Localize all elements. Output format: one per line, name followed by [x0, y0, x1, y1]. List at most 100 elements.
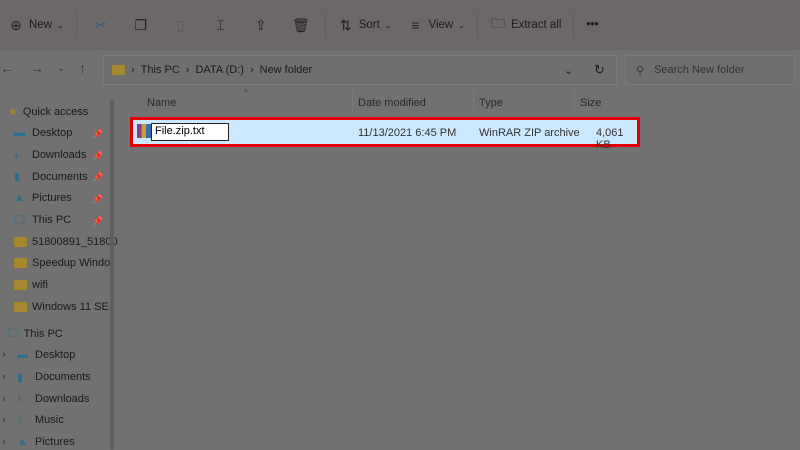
cut-button[interactable]: ✂	[81, 10, 121, 40]
breadcrumb-new-folder[interactable]: New folder	[260, 64, 313, 76]
sidebar-item-label: Pictures	[35, 435, 75, 448]
chevron-down-icon: ⌄	[384, 20, 392, 30]
sidebar-item[interactable]: 51800891_51800	[14, 236, 118, 248]
pin-icon: 📌	[92, 150, 104, 161]
chevron-right-icon: ›	[131, 64, 135, 76]
file-type: WinRAR ZIP archive	[479, 127, 580, 139]
sidebar-item[interactable]: Windows 11 SE	[14, 301, 109, 313]
desktop-icon: ▬	[17, 349, 28, 361]
back-button[interactable]: ←	[0, 60, 14, 76]
sidebar-item[interactable]: ⤓ Downloads	[14, 149, 86, 162]
column-header-date[interactable]: Date modified	[358, 97, 426, 109]
command-bar: ⊕ New ⌄ ✂ ❐ ▯ ⌶ ⇪ 🗑 ⇅ Sort ⌄ ≡ View ⌄ 🗀 Extract…	[0, 0, 800, 50]
chevron-right-icon[interactable]: ›	[2, 371, 12, 383]
navigation-pane: ★ Quick access ▬ Desktop 📌 ⤓ Downloads 📌 ▮ Docum…	[0, 95, 118, 450]
rename-icon: ⌶	[216, 16, 225, 33]
paste-icon: ▯	[176, 16, 185, 33]
sort-arrow-icon: ^	[244, 88, 248, 97]
breadcrumb-data-d[interactable]: DATA (D:)	[195, 64, 243, 76]
search-icon: ⚲	[636, 64, 645, 77]
paste-button[interactable]: ▯	[161, 10, 201, 40]
sidebar-item[interactable]: wifi	[14, 279, 48, 291]
sidebar-item[interactable]: › ⤓ Downloads	[2, 392, 89, 405]
sidebar-scrollbar[interactable]	[110, 100, 114, 450]
sidebar-item-label: Documents	[32, 170, 88, 183]
divider	[75, 12, 77, 38]
delete-button[interactable]: 🗑	[281, 10, 321, 40]
copy-button[interactable]: ❐	[121, 10, 161, 40]
sidebar-item[interactable]: Speedup Windo	[14, 257, 110, 269]
divider	[573, 12, 575, 38]
column-header-size[interactable]: Size	[580, 97, 601, 109]
folder-icon	[14, 236, 27, 247]
copy-icon: ❐	[134, 16, 147, 33]
address-bar[interactable]: › This PC › DATA (D:) › New folder ⌄ ↻	[103, 55, 617, 85]
extract-all-button[interactable]: 🗀 Extract all	[482, 10, 570, 40]
documents-icon: ▮	[17, 371, 24, 384]
divider	[574, 90, 575, 115]
forward-button[interactable]: →	[30, 60, 44, 76]
file-row[interactable]: File.zip.txt 11/13/2021 6:45 PM WinRAR Z…	[130, 117, 640, 151]
desktop-icon: ▬	[14, 127, 25, 139]
chevron-down-icon: ⌄	[458, 20, 465, 30]
sidebar-item[interactable]: 🖵 This PC	[14, 214, 71, 227]
sidebar-this-pc[interactable]: 🖵 This PC	[8, 327, 63, 340]
rename-button[interactable]: ⌶	[201, 10, 241, 40]
column-header-type[interactable]: Type	[479, 97, 503, 109]
pin-icon: 📌	[92, 194, 104, 205]
sidebar-item[interactable]: ▮ Documents	[14, 170, 88, 184]
divider	[473, 90, 474, 115]
column-header-name[interactable]: Name	[147, 97, 176, 109]
refresh-icon[interactable]: ↻	[594, 62, 605, 78]
sidebar-item-label: This PC	[32, 214, 72, 227]
sidebar-item[interactable]: › ▮ Documents	[2, 371, 91, 384]
sidebar-item-label: Speedup Windo	[32, 257, 111, 270]
sidebar-item[interactable]: ▬ Desktop	[14, 127, 72, 139]
download-icon: ⤓	[17, 392, 22, 405]
chevron-right-icon[interactable]: ›	[2, 414, 12, 426]
pictures-icon: ▲	[14, 192, 25, 205]
sidebar-item-label: 51800891_51800	[32, 235, 118, 248]
divider	[352, 90, 353, 115]
sidebar-quick-access[interactable]: ★ Quick access	[8, 105, 88, 119]
new-button[interactable]: ⊕ New ⌄	[0, 10, 72, 40]
sidebar-item-label: Pictures	[32, 192, 72, 205]
sidebar-item-label: Downloads	[35, 392, 90, 405]
winrar-archive-icon	[137, 124, 151, 138]
pictures-icon: ▲	[17, 435, 28, 448]
chevron-right-icon[interactable]: ›	[2, 436, 12, 448]
view-button[interactable]: ≡ View ⌄	[400, 10, 473, 40]
sidebar-item[interactable]: ▲ Pictures	[14, 192, 72, 204]
chevron-right-icon[interactable]: ›	[2, 393, 12, 405]
sidebar-item-label: wifi	[32, 278, 48, 291]
music-icon: ♪	[17, 414, 23, 427]
divider	[476, 12, 478, 38]
trash-icon: 🗑	[291, 16, 310, 33]
sidebar-item[interactable]: › ▬ Desktop	[2, 349, 75, 361]
recent-dropdown[interactable]: ⌄	[57, 63, 65, 74]
sidebar-item-label: Desktop	[32, 127, 73, 139]
sidebar-item-label: Desktop	[35, 349, 76, 361]
sidebar-item[interactable]: › ♪ Music	[2, 414, 64, 426]
chevron-right-icon[interactable]: ›	[2, 349, 12, 361]
search-box[interactable]: ⚲ Search New folder	[625, 55, 795, 85]
rename-input[interactable]: File.zip.txt	[151, 123, 229, 141]
share-button[interactable]: ⇪	[241, 10, 281, 40]
view-icon: ≡	[411, 17, 420, 33]
up-button[interactable]: ↑	[79, 60, 86, 76]
more-options-button[interactable]: •••	[578, 10, 606, 40]
pin-icon: 📌	[92, 129, 104, 139]
sidebar-item[interactable]: › ▲ Pictures	[2, 436, 75, 448]
breadcrumb-this-pc[interactable]: This PC	[141, 64, 180, 76]
folder-icon	[112, 65, 125, 75]
file-size: 4,061 KB	[596, 127, 624, 151]
sort-button[interactable]: ⇅ Sort ⌄	[330, 10, 400, 40]
plus-circle-icon: ⊕	[10, 16, 22, 33]
sort-icon: ⇅	[339, 16, 352, 33]
address-dropdown-icon[interactable]: ⌄	[564, 64, 573, 77]
folder-icon	[14, 279, 27, 290]
pin-icon: 📌	[92, 172, 104, 183]
sidebar-item-label: Downloads	[32, 149, 87, 162]
file-date: 11/13/2021 6:45 PM	[358, 127, 457, 139]
download-icon: ⤓	[14, 148, 19, 161]
